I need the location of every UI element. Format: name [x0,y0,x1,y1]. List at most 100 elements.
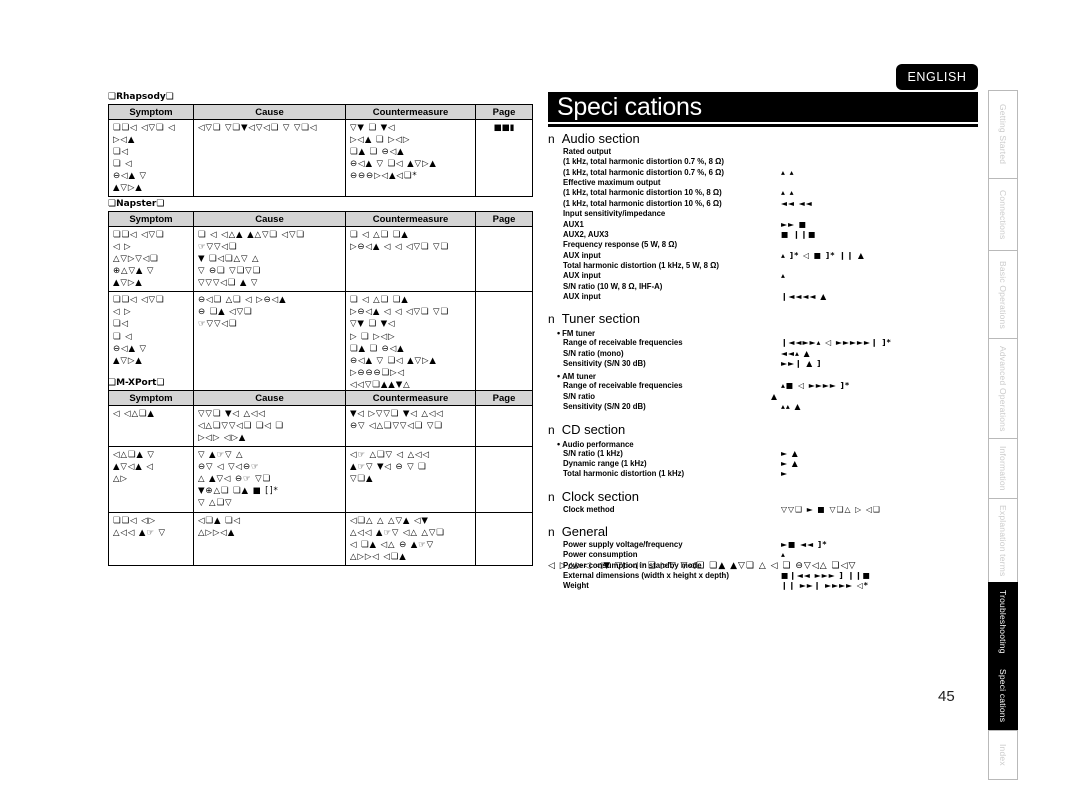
troubleshooting-table-block: ❏Rhapsody❏ Symptom Cause Countermeasure Page… [108,92,533,198]
cell-cause: ▽▽❏ ▼◁ △◁◁ ◁△❏▽▽◁❏ ❏◁ ❏ ▷◁▷ ◁▷▲ [193,404,346,448]
side-tab-speci-cations[interactable]: Speci cations [988,660,1018,730]
spec-label: Sensitivity (S/N 30 dB) [563,359,646,369]
spec-label: AUX1 [563,219,584,229]
cell-page [475,404,533,448]
section-tab-strip[interactable]: Getting Started Connections Basic Operatio… [988,90,1018,780]
cell-symptom: ◁ ◁△❏▲ [108,404,194,448]
cell-cause: ◁▽❏ ▽❏▼◁▽◁❏ ▽ ▽❏◁ [193,118,346,198]
troubleshooting-table: Symptom Cause Countermeasure Page ❏❏◁ ◁▽❏ ◁ … [108,211,533,394]
cell-countermeasure: ▽▼ ❏ ▼◁ ▷◁▲ ❏ ▷◁▷ ❏▲ ❏ ⊖◁▲ ⊖◁▲ ▽ ❏◁ ▲▽▷▲… [345,118,476,198]
cell-symptom: ❏❏◁ ◁▷ △◁◁ ▲☞ ▽ [108,511,194,566]
cell-cause: ❏ ◁ ◁△▲ ▲△▽❏ ◁▽❏ ☞▽▽◁❏ ▼ ❏◁❏△▽ △ ▽ ⊖❏ ▽❏… [193,225,346,293]
spec-subgroup-label: • Audio performance [557,438,634,449]
spec-value: ❙◄◄◄◄ ▲ [781,292,828,302]
spec-value: ■ ❙❙■ [781,229,817,239]
spec-label: Input sensitivity/impedance [563,209,666,219]
spec-value: ▴■ ◁ ►►►► ]* [781,381,851,391]
side-tab-label: Troubleshooting [998,589,1008,654]
spec-label: S/N ratio (1 kHz) [563,448,623,458]
side-tab-label: Index [998,744,1008,766]
spec-value [763,282,978,292]
side-tab-information[interactable]: Information [988,438,1018,498]
table-row: ◁△❏▲ ▽ ▲▽◁▲ ◁ △▷ ▽ ▲☞▽ △ ⊖▽ ◁ ▽◁⊖☞ △ ▲▽◁… [108,446,533,513]
spec-value: ►►❙ ▲ ] [781,359,822,369]
spec-label: (1 kHz, total harmonic distortion 0.7 %,… [563,157,724,167]
spec-section-title: General [561,523,608,539]
side-tab-advanced-operations[interactable]: Advanced Operations [988,338,1018,438]
spec-row: Power supply voltage/frequency ►■ ◄◄ ]* [563,540,978,550]
table-row: ❏❏◁ ◁▷ △◁◁ ▲☞ ▽ ◁❏▲ ❏◁ △▷▷◁▲ ◁❏△ △ △▽▲ ◁▼ … [108,511,533,566]
spec-row: AUX input ▴ ]* ◁ ■ ]* ❙❙ ▲ [563,251,978,261]
side-tab-explanation-terms[interactable]: Explanation terms [988,498,1018,582]
spec-section-title: CD section [561,421,626,437]
column-header: Page [475,211,533,227]
spec-label: Effective maximum output [563,178,661,188]
cell-cause: ▽ ▲☞▽ △ ⊖▽ ◁ ▽◁⊖☞ △ ▲▽◁ ⊖☞ ▽❏ ▼⊕△❏ ❏▲ ■ … [193,446,346,513]
section-marker-icon: n [548,489,555,504]
spec-section: n Audio section Rated output (1 kHz, total … [548,131,978,302]
spec-label: Frequency response (5 W, 8 Ω) [563,240,678,250]
cell-symptom: ❏❏◁ ◁▽❏ ◁ ▷ △▽▷▽◁❏ ⊕△▽▲ ▽ ▲▽▷▲ [108,225,194,293]
side-tab-getting-started[interactable]: Getting Started [988,90,1018,178]
spec-label: Total harmonic distortion (1 kHz, 5 W, 8… [563,260,719,270]
spec-label: Sensitivity (S/N 20 dB) [563,402,646,412]
spec-row: (1 kHz, total harmonic distortion 0.7 %,… [563,157,978,167]
section-marker-icon: n [548,312,555,327]
spec-row: Range of receivable frequencies ▴■ ◁ ►►►►… [563,381,978,391]
spec-row: Input sensitivity/impedance [563,209,978,219]
spec-value: ▴ [781,550,786,560]
spec-row: Rated output [563,147,978,157]
cell-countermeasure: ▼◁ ▷▽▽❏ ▼◁ △◁◁ ⊖▽ ◁△❏▽▽◁❏ ▽❏ [345,404,476,448]
spec-label: (1 kHz, total harmonic distortion 0.7 %,… [563,167,724,177]
spec-value: ►■ ◄◄ ]* [781,539,828,549]
spec-value: ▴ ▴ [781,188,795,198]
spec-row: AUX2, AUX3 ■ ❙❙■ [563,230,978,240]
side-tab-connections[interactable]: Connections [988,178,1018,250]
spec-value: ►► ■ [781,219,808,229]
spec-label: AUX input [563,292,601,302]
spec-label: Total harmonic distortion (1 kHz) [563,469,685,479]
spec-value [763,240,978,250]
side-tab-index[interactable]: Index [988,730,1018,780]
table-header-row: Symptom Cause Countermeasure Page [108,390,533,406]
side-tab-label: Connections [998,189,1008,240]
spec-value: ▽▽❑ ► ■ ▽❑△ ▷ ◁❑ [781,504,881,514]
troubleshooting-table: Symptom Cause Countermeasure Page ❏❏◁ ◁▽❏ ◁ … [108,104,533,198]
column-header: Page [475,390,533,406]
table-caption: ❏M-XPort❏ [108,378,165,388]
spec-label: Clock method [563,504,615,514]
side-tab-label: Speci cations [998,668,1008,723]
cell-page [475,511,533,566]
side-tab-label: Advanced Operations [998,345,1008,432]
table-header-row: Symptom Cause Countermeasure Page [108,211,533,227]
cell-symptom: ❏❏◁ ◁▽❏ ◁ ▷◁▲ ❏◁ ❏ ◁ ⊖◁▲ ▽ ▲▽▷▲ [108,118,194,198]
table-row: ❏❏◁ ◁▽❏ ◁ ▷ △▽▷▽◁❏ ⊕△▽▲ ▽ ▲▽▷▲ ❏ ◁ ◁△▲ ▲△… [108,225,533,293]
spec-row: Sensitivity (S/N 30 dB) ►►❙ ▲ ] [563,359,978,369]
spec-value: ▴▴ ▲ [781,402,802,412]
column-header: Cause [193,104,346,120]
spec-value: ■❙◄◄ ►►► ] ❙❙■ [781,571,872,581]
column-header: Symptom [108,104,194,120]
spec-row: Frequency response (5 W, 8 Ω) [563,240,978,250]
spec-label: Range of receivable frequencies [563,338,683,348]
column-header: Countermeasure [345,211,476,227]
language-badge: ENGLISH [896,64,978,90]
side-tab-basic-operations[interactable]: Basic Operations [988,250,1018,338]
side-tab-troubleshooting[interactable]: Troubleshooting [988,582,1018,660]
page-number: 45 [938,688,955,705]
section-marker-icon: n [548,422,555,437]
specifications-footnote: ◁ ▷△▷◁ ◁▼ ▽▷◁☞❏ ▷▽ ▽◁❏ ❏▲ ▲▽❏ △ ◁ ❏ ⊖▽◁△… [548,561,857,571]
spec-row: Effective maximum output [563,178,978,188]
troubleshooting-table: Symptom Cause Countermeasure Page ◁ ◁△❏▲ ▽▽❏ … [108,390,533,566]
spec-section: n Clock section Clock method ▽▽❑ ► ■ ▽❑△ ▷ … [548,489,978,515]
table-row: ❏❏◁ ◁▽❏ ◁ ▷◁▲ ❏◁ ❏ ◁ ⊖◁▲ ▽ ▲▽▷▲ ◁▽❏ ▽❏▼◁▽… [108,118,533,198]
table-caption: ❏Rhapsody❏ [108,92,174,102]
spec-label: Range of receivable frequencies [563,381,683,391]
spec-subgroup-label: • AM tuner [557,371,596,382]
spec-label: Rated output [563,147,612,156]
column-header: Symptom [108,211,194,227]
spec-row: Weight ❙❙ ►►❙ ►►►► ◁* [563,581,978,591]
spec-section-title: Tuner section [561,311,640,327]
cell-page [475,225,533,293]
section-marker-icon: n [548,132,555,146]
